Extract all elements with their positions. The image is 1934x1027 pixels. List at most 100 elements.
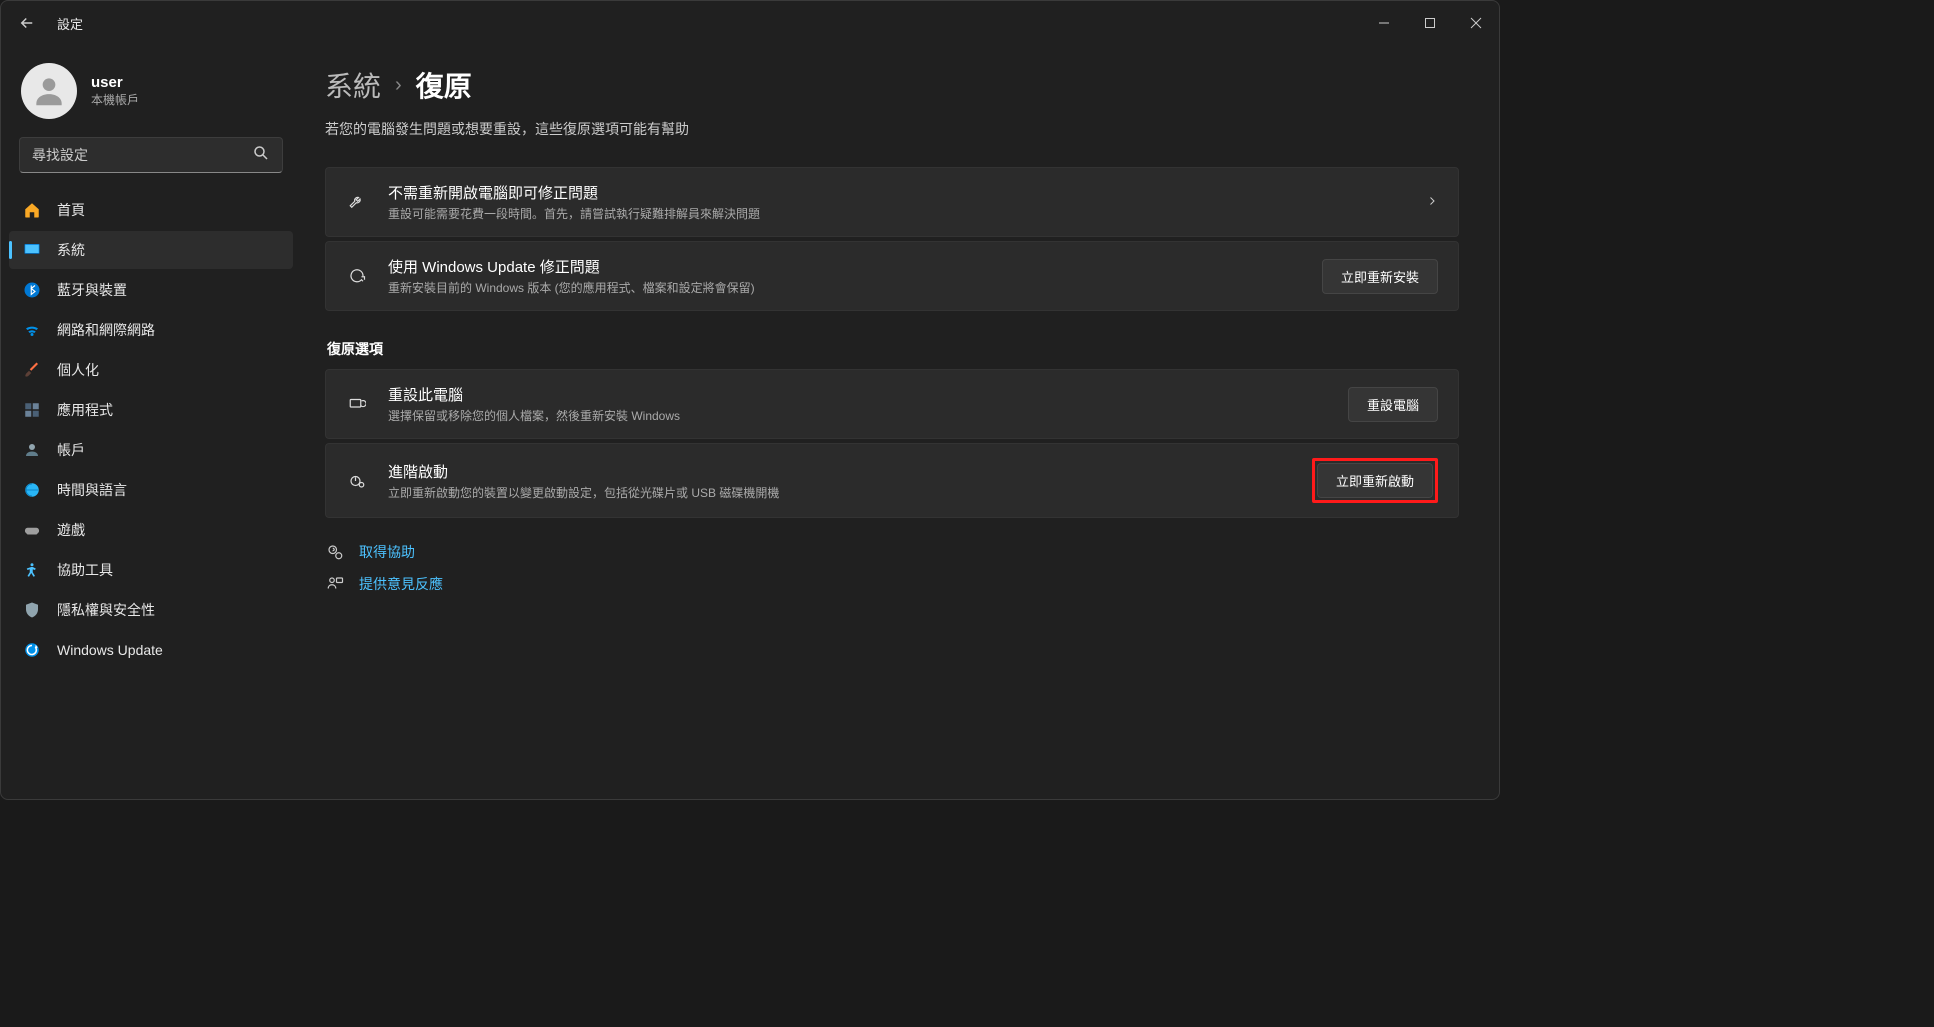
card-title: 進階啟動: [388, 461, 1292, 482]
help-icon: [325, 543, 345, 561]
nav-label: 時間與語言: [57, 480, 127, 500]
nav-label: Windows Update: [57, 642, 163, 658]
card-desc: 立即重新啟動您的裝置以變更啟動設定，包括從光碟片或 USB 磁碟機開機: [388, 484, 1292, 501]
brush-icon: [23, 361, 41, 379]
user-block[interactable]: user 本機帳戶: [9, 57, 293, 137]
nav-label: 藍牙與裝置: [57, 280, 127, 300]
card-reset-pc: 重設此電腦 選擇保留或移除您的個人檔案，然後重新安裝 Windows 重設電腦: [325, 369, 1459, 439]
maximize-button[interactable]: [1407, 7, 1453, 39]
minimize-icon: [1378, 17, 1390, 29]
card-windows-update-fix: 使用 Windows Update 修正問題 重新安裝目前的 Windows 版…: [325, 241, 1459, 311]
reset-pc-button[interactable]: 重設電腦: [1348, 387, 1438, 422]
nav-item-accounts[interactable]: 帳戶: [9, 431, 293, 469]
card-desc: 重新安裝目前的 Windows 版本 (您的應用程式、檔案和設定將會保留): [388, 279, 1302, 296]
settings-window: 設定 user 本機帳戶: [0, 0, 1500, 800]
minimize-button[interactable]: [1361, 7, 1407, 39]
feedback-icon: [325, 575, 345, 593]
search-icon: [252, 144, 270, 167]
nav-item-home[interactable]: 首頁: [9, 191, 293, 229]
page-title: 復原: [416, 65, 472, 105]
accounts-icon: [23, 441, 41, 459]
window-controls: [1361, 7, 1499, 39]
user-name: user: [91, 74, 139, 91]
bluetooth-icon: [23, 281, 41, 299]
card-text: 重設此電腦 選擇保留或移除您的個人檔案，然後重新安裝 Windows: [388, 384, 1328, 424]
close-button[interactable]: [1453, 7, 1499, 39]
body-area: user 本機帳戶 首頁 系統: [1, 45, 1499, 799]
chevron-right-icon: [1426, 194, 1438, 210]
card-title: 不需重新開啟電腦即可修正問題: [388, 182, 1406, 203]
nav-item-privacy[interactable]: 隱私權與安全性: [9, 591, 293, 629]
update-icon: [23, 641, 41, 659]
footer-help: 取得協助: [325, 542, 1459, 562]
nav: 首頁 系統 藍牙與裝置 網路和網際網路 個人化: [9, 191, 293, 669]
card-title: 重設此電腦: [388, 384, 1328, 405]
sidebar: user 本機帳戶 首頁 系統: [1, 45, 301, 799]
breadcrumb-separator: ›: [395, 74, 402, 97]
person-icon: [30, 72, 68, 110]
card-advanced-startup: 進階啟動 立即重新啟動您的裝置以變更啟動設定，包括從光碟片或 USB 磁碟機開機…: [325, 443, 1459, 518]
nav-item-gaming[interactable]: 遊戲: [9, 511, 293, 549]
footer-links: 取得協助 提供意見反應: [325, 542, 1459, 594]
nav-item-network[interactable]: 網路和網際網路: [9, 311, 293, 349]
restart-now-button[interactable]: 立即重新啟動: [1317, 463, 1433, 498]
sync-icon: [346, 267, 368, 285]
nav-label: 帳戶: [57, 440, 85, 460]
main-content: 系統 › 復原 若您的電腦發生問題或想要重設，這些復原選項可能有幫助 不需重新開…: [301, 45, 1499, 799]
nav-label: 首頁: [57, 200, 85, 220]
titlebar-left: 設定: [17, 13, 83, 33]
network-icon: [23, 321, 41, 339]
reset-pc-icon: [346, 395, 368, 413]
card-text: 進階啟動 立即重新啟動您的裝置以變更啟動設定，包括從光碟片或 USB 磁碟機開機: [388, 461, 1292, 501]
page-subtitle: 若您的電腦發生問題或想要重設，這些復原選項可能有幫助: [325, 119, 1459, 139]
highlight-box: 立即重新啟動: [1312, 458, 1438, 503]
apps-icon: [23, 401, 41, 419]
nav-label: 個人化: [57, 360, 99, 380]
card-title: 使用 Windows Update 修正問題: [388, 256, 1302, 277]
feedback-link[interactable]: 提供意見反應: [359, 574, 443, 594]
wrench-icon: [346, 193, 368, 211]
breadcrumb: 系統 › 復原: [325, 65, 1459, 105]
nav-item-time-language[interactable]: 時間與語言: [9, 471, 293, 509]
reinstall-now-button[interactable]: 立即重新安裝: [1322, 259, 1438, 294]
nav-item-accessibility[interactable]: 協助工具: [9, 551, 293, 589]
card-fix-without-restart[interactable]: 不需重新開啟電腦即可修正問題 重設可能需要花費一段時間。首先，請嘗試執行疑難排解…: [325, 167, 1459, 237]
app-title: 設定: [57, 14, 83, 33]
nav-label: 應用程式: [57, 400, 113, 420]
close-icon: [1470, 17, 1482, 29]
system-icon: [23, 241, 41, 259]
card-desc: 重設可能需要花費一段時間。首先，請嘗試執行疑難排解員來解決問題: [388, 205, 1406, 222]
nav-label: 網路和網際網路: [57, 320, 155, 340]
accessibility-icon: [23, 561, 41, 579]
user-sub: 本機帳戶: [91, 91, 139, 108]
nav-label: 系統: [57, 240, 85, 260]
shield-icon: [23, 601, 41, 619]
nav-label: 隱私權與安全性: [57, 600, 155, 620]
avatar: [21, 63, 77, 119]
search-input[interactable]: [32, 147, 252, 163]
clock-globe-icon: [23, 481, 41, 499]
card-text: 不需重新開啟電腦即可修正問題 重設可能需要花費一段時間。首先，請嘗試執行疑難排解…: [388, 182, 1406, 222]
nav-item-personalization[interactable]: 個人化: [9, 351, 293, 389]
nav-item-windows-update[interactable]: Windows Update: [9, 631, 293, 669]
section-recovery-options: 復原選項: [327, 339, 1459, 359]
home-icon: [23, 201, 41, 219]
footer-feedback: 提供意見反應: [325, 574, 1459, 594]
gamepad-icon: [23, 521, 41, 539]
nav-item-apps[interactable]: 應用程式: [9, 391, 293, 429]
titlebar: 設定: [1, 1, 1499, 45]
nav-item-bluetooth[interactable]: 藍牙與裝置: [9, 271, 293, 309]
search-box[interactable]: [19, 137, 283, 173]
arrow-left-icon: [18, 14, 36, 32]
nav-label: 遊戲: [57, 520, 85, 540]
back-button[interactable]: [17, 13, 37, 33]
card-desc: 選擇保留或移除您的個人檔案，然後重新安裝 Windows: [388, 407, 1328, 424]
maximize-icon: [1424, 17, 1436, 29]
card-text: 使用 Windows Update 修正問題 重新安裝目前的 Windows 版…: [388, 256, 1302, 296]
power-gear-icon: [346, 472, 368, 490]
user-text: user 本機帳戶: [91, 74, 139, 108]
breadcrumb-parent[interactable]: 系統: [325, 65, 381, 105]
nav-item-system[interactable]: 系統: [9, 231, 293, 269]
get-help-link[interactable]: 取得協助: [359, 542, 415, 562]
nav-label: 協助工具: [57, 560, 113, 580]
